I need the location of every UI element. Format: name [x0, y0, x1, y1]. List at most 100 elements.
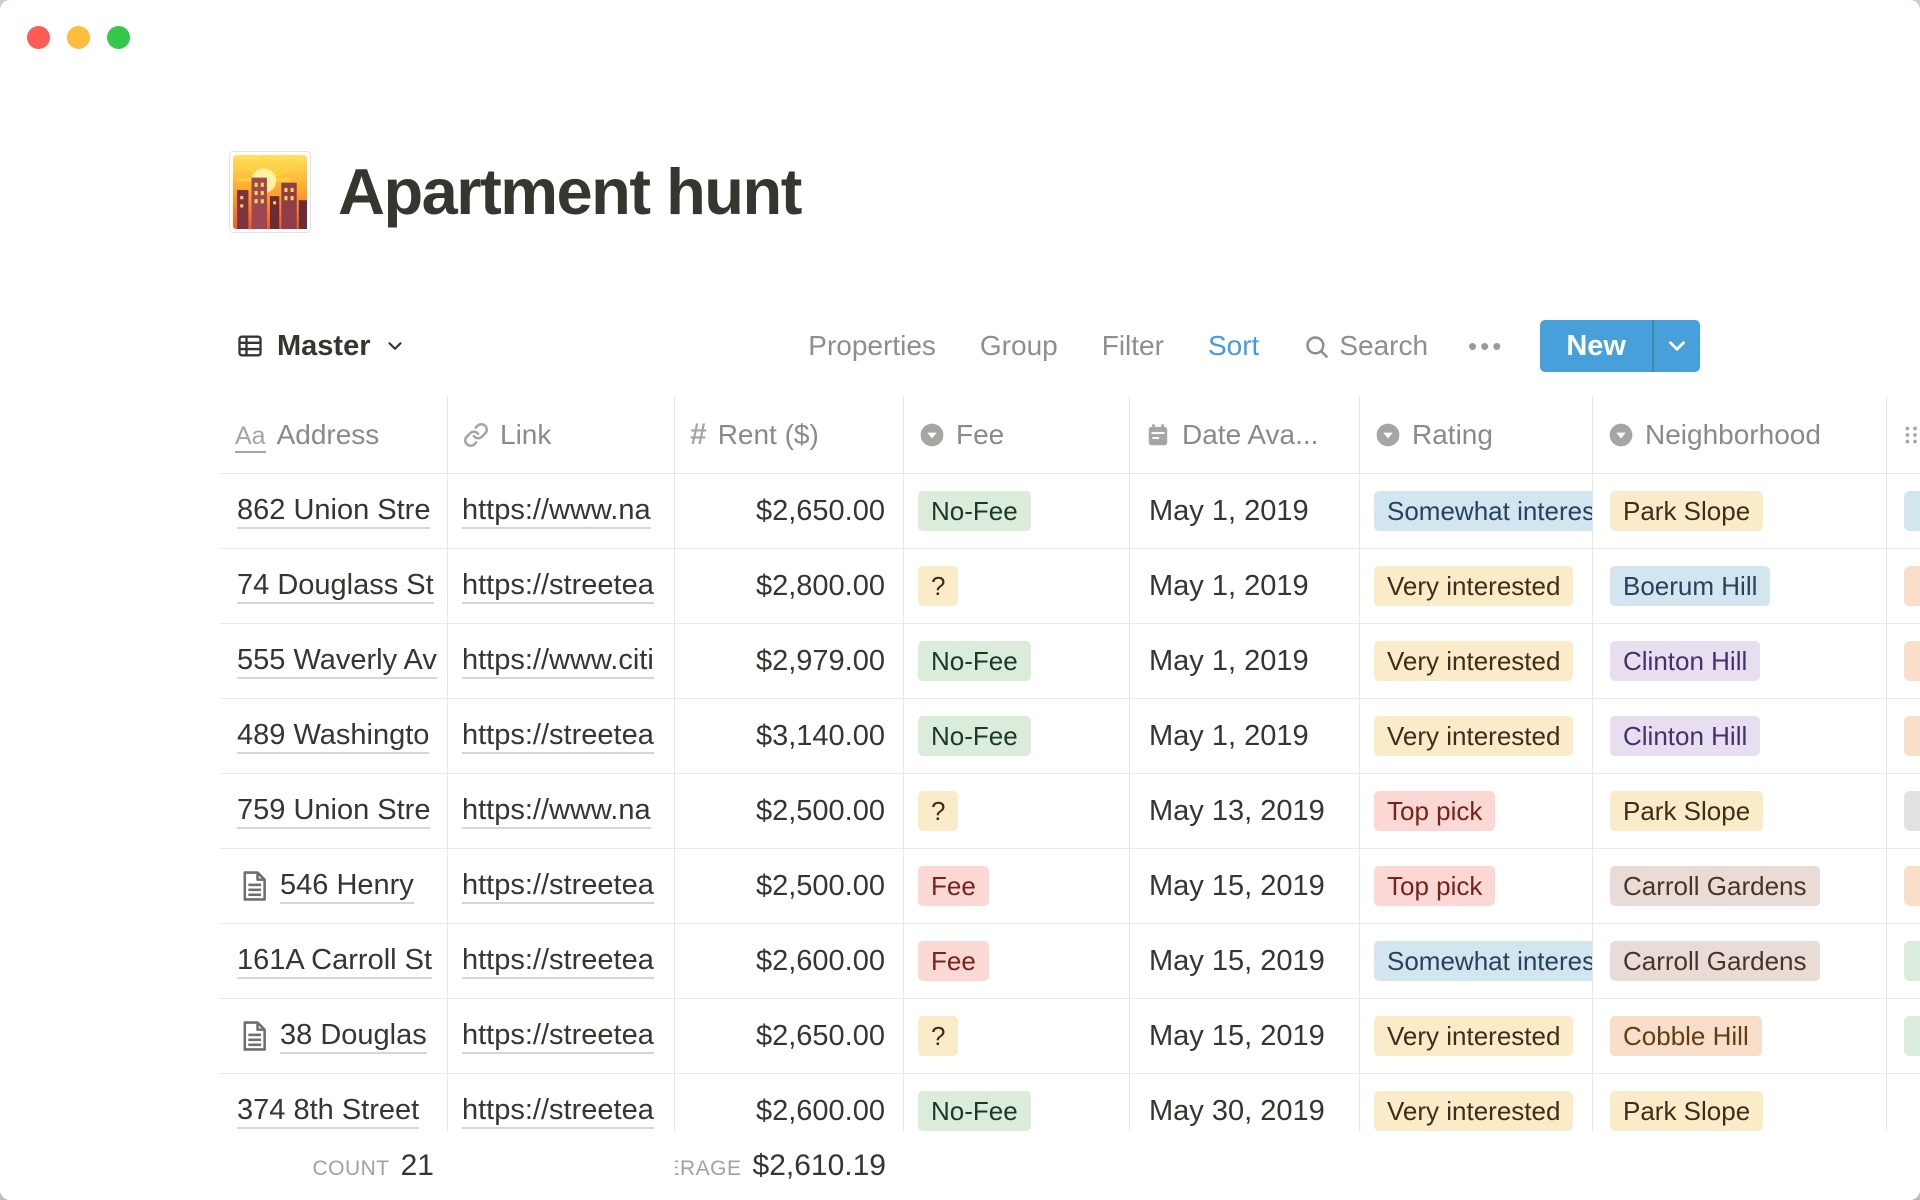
- fee-cell[interactable]: Fee: [904, 849, 1130, 923]
- rating-cell[interactable]: Somewhat interested: [1360, 474, 1593, 548]
- minimize-window-button[interactable]: [67, 26, 90, 49]
- column-header-fee[interactable]: Fee: [904, 396, 1130, 473]
- address-cell[interactable]: 489 Washingto: [220, 699, 448, 773]
- new-button-label[interactable]: New: [1540, 320, 1652, 372]
- extra-cell[interactable]: [1887, 624, 1920, 698]
- extra-cell[interactable]: [1887, 999, 1920, 1073]
- fee-cell[interactable]: No-Fee: [904, 624, 1130, 698]
- rent-cell[interactable]: $2,500.00: [675, 774, 904, 848]
- fee-cell[interactable]: Fee: [904, 924, 1130, 998]
- fee-cell[interactable]: No-Fee: [904, 1074, 1130, 1131]
- rating-cell[interactable]: Very interested: [1360, 1074, 1593, 1131]
- page-header: Apartment hunt: [0, 0, 1920, 232]
- date-available-cell[interactable]: May 15, 2019: [1130, 924, 1360, 998]
- properties-button[interactable]: Properties: [808, 330, 936, 362]
- neighborhood-cell[interactable]: Carroll Gardens: [1593, 849, 1887, 923]
- rating-cell[interactable]: Very interested: [1360, 624, 1593, 698]
- link-cell[interactable]: https://streetea: [448, 924, 675, 998]
- extra-cell[interactable]: [1887, 699, 1920, 773]
- date-available-cell[interactable]: May 1, 2019: [1130, 474, 1360, 548]
- more-options-button[interactable]: •••: [1468, 331, 1504, 362]
- date-available-cell[interactable]: May 1, 2019: [1130, 699, 1360, 773]
- rent-cell[interactable]: $2,650.00: [675, 474, 904, 548]
- extra-cell[interactable]: [1887, 774, 1920, 848]
- column-header-extra[interactable]: [1887, 396, 1920, 473]
- address-cell[interactable]: 374 8th Street: [220, 1074, 448, 1131]
- neighborhood-cell[interactable]: Carroll Gardens: [1593, 924, 1887, 998]
- zoom-window-button[interactable]: [107, 26, 130, 49]
- link-cell[interactable]: https://streetea: [448, 999, 675, 1073]
- rating-cell[interactable]: Somewhat interested: [1360, 924, 1593, 998]
- address-cell[interactable]: 555 Waverly Av: [220, 624, 448, 698]
- rent-cell[interactable]: $2,800.00: [675, 549, 904, 623]
- neighborhood-cell[interactable]: Park Slope: [1593, 474, 1887, 548]
- close-window-button[interactable]: [27, 26, 50, 49]
- view-switcher[interactable]: Master: [236, 330, 406, 363]
- page-emoji-icon[interactable]: [230, 152, 310, 232]
- rent-cell[interactable]: $3,140.00: [675, 699, 904, 773]
- link-cell[interactable]: https://streetea: [448, 849, 675, 923]
- link-cell[interactable]: https://streetea: [448, 1074, 675, 1131]
- rating-cell[interactable]: Very interested: [1360, 999, 1593, 1073]
- count-calculation[interactable]: COUNT 21: [220, 1149, 448, 1183]
- sort-button[interactable]: Sort: [1208, 330, 1259, 362]
- rent-cell[interactable]: $2,500.00: [675, 849, 904, 923]
- neighborhood-cell[interactable]: Park Slope: [1593, 1074, 1887, 1131]
- filter-button[interactable]: Filter: [1102, 330, 1164, 362]
- group-button[interactable]: Group: [980, 330, 1058, 362]
- column-header-link[interactable]: Link: [448, 396, 675, 473]
- address-cell[interactable]: 38 Douglas: [220, 999, 448, 1073]
- rent-cell[interactable]: $2,650.00: [675, 999, 904, 1073]
- fee-cell[interactable]: ?: [904, 999, 1130, 1073]
- column-header-rent[interactable]: #Rent ($): [675, 396, 904, 473]
- rent-cell[interactable]: $2,600.00: [675, 924, 904, 998]
- extra-cell[interactable]: [1887, 474, 1920, 548]
- fee-cell[interactable]: No-Fee: [904, 699, 1130, 773]
- date-available-cell[interactable]: May 1, 2019: [1130, 624, 1360, 698]
- neighborhood-cell[interactable]: Clinton Hill: [1593, 699, 1887, 773]
- address-cell[interactable]: 161A Carroll St: [220, 924, 448, 998]
- extra-cell[interactable]: [1887, 549, 1920, 623]
- fee-cell[interactable]: ?: [904, 549, 1130, 623]
- extra-cell[interactable]: [1887, 924, 1920, 998]
- address-cell[interactable]: 862 Union Stre: [220, 474, 448, 548]
- extra-tag: [1904, 566, 1920, 606]
- neighborhood-cell[interactable]: Clinton Hill: [1593, 624, 1887, 698]
- link-cell[interactable]: https://www.na: [448, 774, 675, 848]
- link-cell[interactable]: https://streetea: [448, 699, 675, 773]
- rating-cell[interactable]: Very interested: [1360, 699, 1593, 773]
- column-header-address[interactable]: AaAddress: [220, 396, 448, 473]
- column-header-neighborhood[interactable]: Neighborhood: [1593, 396, 1887, 473]
- search-button[interactable]: Search: [1303, 330, 1428, 362]
- fee-cell[interactable]: ?: [904, 774, 1130, 848]
- rating-cell[interactable]: Top pick: [1360, 849, 1593, 923]
- address-cell[interactable]: 759 Union Stre: [220, 774, 448, 848]
- extra-cell[interactable]: [1887, 849, 1920, 923]
- database-toolbar: Master Properties Group Filter Sort Sear…: [236, 320, 1700, 372]
- neighborhood-cell[interactable]: Park Slope: [1593, 774, 1887, 848]
- date-available-cell[interactable]: May 30, 2019: [1130, 1074, 1360, 1131]
- date-available-cell[interactable]: May 13, 2019: [1130, 774, 1360, 848]
- link-cell[interactable]: https://streetea: [448, 549, 675, 623]
- column-header-rating[interactable]: Rating: [1360, 396, 1593, 473]
- date-available-cell[interactable]: May 15, 2019: [1130, 999, 1360, 1073]
- new-button-dropdown[interactable]: [1654, 320, 1700, 372]
- column-header-date-ava[interactable]: Date Ava...: [1130, 396, 1360, 473]
- rating-cell[interactable]: Very interested: [1360, 549, 1593, 623]
- link-cell[interactable]: https://www.citi: [448, 624, 675, 698]
- neighborhood-cell[interactable]: Boerum Hill: [1593, 549, 1887, 623]
- fee-cell[interactable]: No-Fee: [904, 474, 1130, 548]
- new-button[interactable]: New: [1540, 320, 1700, 372]
- date-available-cell[interactable]: May 1, 2019: [1130, 549, 1360, 623]
- extra-cell[interactable]: [1887, 1074, 1920, 1131]
- average-calculation[interactable]: AVERAGE $2,610.19: [675, 1149, 904, 1183]
- rent-cell[interactable]: $2,979.00: [675, 624, 904, 698]
- link-cell[interactable]: https://www.na: [448, 474, 675, 548]
- date-available-cell[interactable]: May 15, 2019: [1130, 849, 1360, 923]
- page-title[interactable]: Apartment hunt: [338, 152, 801, 232]
- rating-cell[interactable]: Top pick: [1360, 774, 1593, 848]
- address-cell[interactable]: 546 Henry: [220, 849, 448, 923]
- address-cell[interactable]: 74 Douglass St: [220, 549, 448, 623]
- rent-cell[interactable]: $2,600.00: [675, 1074, 904, 1131]
- neighborhood-cell[interactable]: Cobble Hill: [1593, 999, 1887, 1073]
